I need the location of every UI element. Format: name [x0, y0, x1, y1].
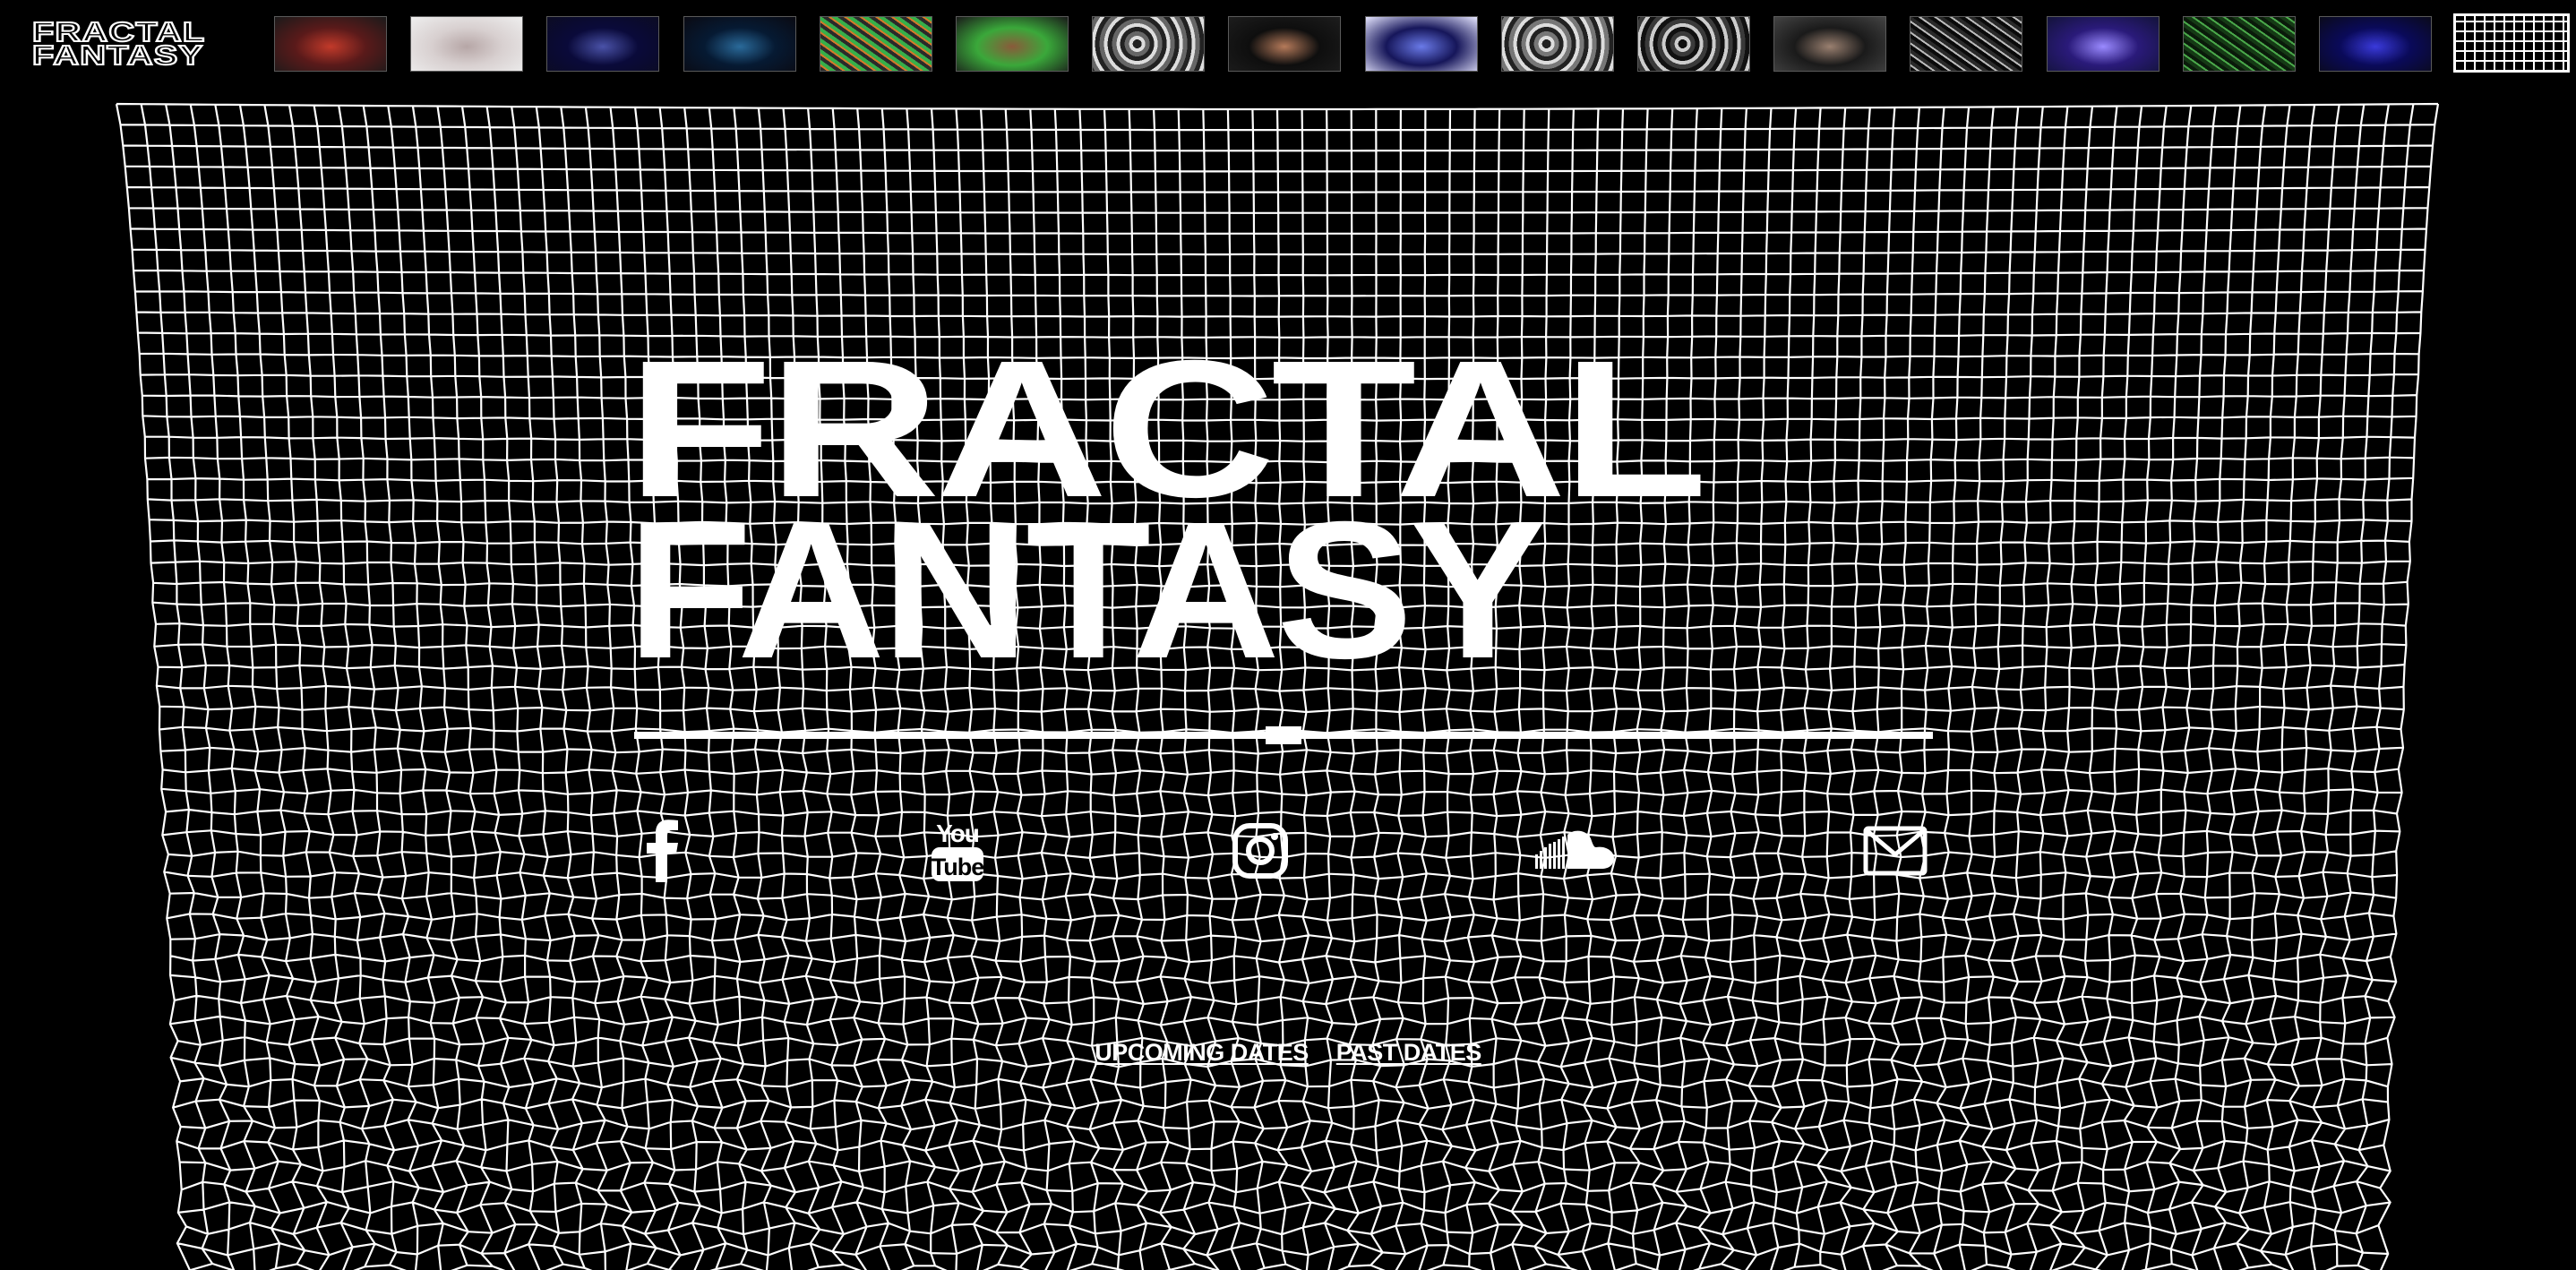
soundcloud-link[interactable]: [1533, 817, 1616, 885]
page: FRACTAL FANTASY FRACTAL FANTASY You Tube…: [0, 0, 2576, 1270]
instagram-link[interactable]: [1231, 817, 1290, 885]
grid-mesh: [115, 102, 2440, 1270]
email-icon: [1863, 826, 1928, 876]
video-thumbnail-3[interactable]: [546, 16, 659, 72]
video-thumbnail-16[interactable]: [2319, 16, 2432, 72]
green-noise-preview: [2184, 17, 2295, 71]
upcoming-dates-link[interactable]: UPCOMING DATES: [1095, 1039, 1309, 1066]
video-thumbnail-12[interactable]: [1773, 16, 1886, 72]
video-thumbnail-17-active[interactable]: [2453, 13, 2570, 73]
dates-nav: UPCOMING DATES PAST DATES: [0, 1039, 2576, 1067]
figure-blue-preview: [684, 17, 795, 71]
video-thumbnail-2[interactable]: [410, 16, 523, 72]
fractal-grid-background: [115, 102, 2440, 1270]
figure-grid-preview: [275, 17, 386, 71]
video-thumbnail-15[interactable]: [2183, 16, 2296, 72]
hands-preview: [1638, 17, 1749, 71]
text-swoosh-preview: [547, 17, 658, 71]
sparkle-preview: [1366, 17, 1477, 71]
facebook-icon: [647, 819, 678, 882]
video-thumbnail-7[interactable]: [1092, 16, 1205, 72]
site-logo[interactable]: FRACTAL FANTASY: [31, 17, 235, 70]
soundcloud-icon: [1535, 830, 1614, 869]
logo-line-2: FANTASY: [31, 39, 204, 71]
portrait-old-preview: [1774, 17, 1885, 71]
particles-preview: [1911, 17, 2022, 71]
facebook-link[interactable]: [638, 817, 686, 885]
portrait-dark-preview: [1229, 17, 1340, 71]
video-thumbnail-4[interactable]: [683, 16, 796, 72]
youtube-wordmark-line-1: You: [936, 819, 979, 847]
crystal-preview: [2048, 17, 2159, 71]
blue-grid-preview: [2320, 17, 2431, 71]
figure-light-preview: [411, 17, 522, 71]
video-thumbnail-13[interactable]: [1910, 16, 2022, 72]
youtube-wordmark-line-2: Tube: [932, 854, 984, 880]
past-dates-link[interactable]: PAST DATES: [1336, 1039, 1482, 1066]
noise-preview: [820, 17, 932, 71]
email-link[interactable]: [1863, 817, 1928, 885]
video-thumbnail-14[interactable]: [2047, 16, 2160, 72]
top-navigation-strip: FRACTAL FANTASY: [0, 0, 2576, 86]
grid-active-preview: [2456, 16, 2567, 70]
progress-handle[interactable]: [1266, 726, 1301, 744]
video-thumbnail-11[interactable]: [1637, 16, 1750, 72]
youtube-link[interactable]: You Tube: [928, 817, 987, 885]
instagram-icon: [1232, 823, 1288, 879]
youtube-icon: You Tube: [932, 819, 985, 881]
chrome-preview: [1502, 17, 1613, 71]
video-thumbnail-8[interactable]: [1228, 16, 1341, 72]
video-thumbnail-1[interactable]: [274, 16, 387, 72]
video-thumbnail-5[interactable]: [820, 16, 932, 72]
portrait-preview: [957, 17, 1068, 71]
video-thumbnail-9[interactable]: [1365, 16, 1478, 72]
video-thumbnail-6[interactable]: [956, 16, 1069, 72]
chrome-preview: [1093, 17, 1204, 71]
playback-progress-bar[interactable]: [634, 726, 1933, 744]
video-thumbnail-10[interactable]: [1501, 16, 1614, 72]
